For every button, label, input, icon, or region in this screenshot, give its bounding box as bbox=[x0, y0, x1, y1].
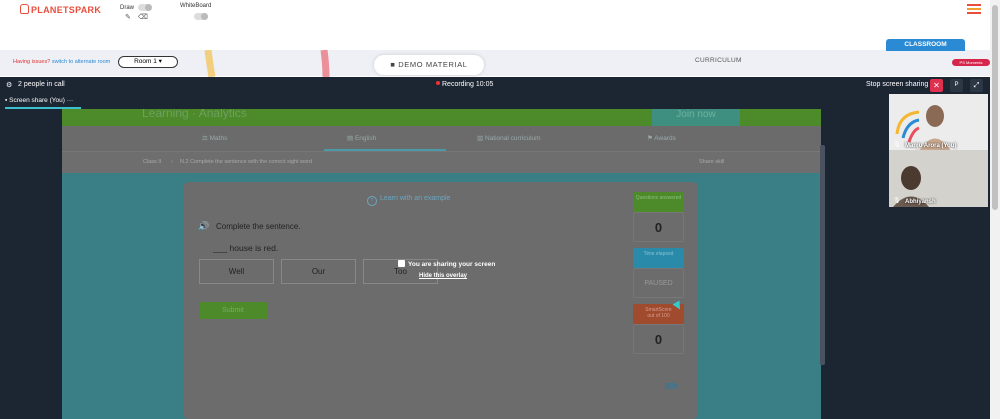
shared-site-header: Learning · Analytics Join now bbox=[62, 109, 821, 126]
alternate-room-link[interactable]: switch to alternate room bbox=[52, 59, 110, 65]
meeting-bar: ⚙ 2 people in call Recording 10:05 Stop … bbox=[0, 77, 990, 94]
recording-indicator: Recording 10:05 bbox=[436, 81, 493, 88]
questions-answered-value: 0 bbox=[633, 212, 684, 242]
tab-awards: ⚑ Awards bbox=[647, 135, 676, 142]
classroom-toolbar bbox=[0, 26, 990, 76]
rocket-icon bbox=[20, 4, 29, 14]
submit-button: Submit bbox=[199, 302, 267, 319]
planetspark-logo[interactable]: PLANETSPARK bbox=[20, 4, 101, 15]
question-sentence: ___ house is red. bbox=[213, 243, 279, 253]
gear-icon[interactable]: ⚙ bbox=[6, 81, 12, 89]
mic-icon: 🎙 bbox=[893, 198, 901, 204]
answer-option: Our bbox=[281, 259, 356, 284]
join-button: Join now bbox=[652, 109, 740, 126]
curriculum-tab[interactable]: CURRICULUM bbox=[695, 57, 742, 64]
share-scrollbar[interactable] bbox=[820, 145, 825, 365]
participant-name: Manju Arora (You) bbox=[905, 143, 957, 149]
share-skill: Share skill bbox=[699, 159, 725, 165]
hide-overlay-link[interactable]: Hide this overlay bbox=[419, 273, 467, 279]
issue-notice: Having issues? switch to alternate room bbox=[13, 59, 111, 65]
fullscreen-icon[interactable]: ⤢ bbox=[970, 79, 983, 92]
subject-tabs: ⚖ Maths ▤ English ▥ National curriculum … bbox=[62, 126, 821, 151]
smartscore-value: 0 bbox=[633, 324, 684, 354]
stop-sharing-label: Stop screen sharing bbox=[866, 81, 929, 88]
participant-video[interactable]: 🎙 Manju Arora (You) bbox=[889, 94, 988, 151]
questions-answered-label: Questions answered bbox=[633, 192, 684, 212]
breadcrumb: Class II › N.2 Complete the sentence wit… bbox=[62, 151, 821, 173]
time-elapsed-value: PAUSED bbox=[633, 268, 684, 298]
recording-dot-icon bbox=[436, 81, 440, 85]
share-tab-bar: ▪ Screen share (You) ··· bbox=[0, 94, 990, 109]
screen-share-tab[interactable]: ▪ Screen share (You) ··· bbox=[5, 97, 73, 104]
speaker-icon: 🔊 bbox=[198, 221, 210, 231]
ps-moments-button[interactable]: PS Moments bbox=[952, 59, 990, 66]
participant-video[interactable]: 🎙 Abhiyansh bbox=[889, 150, 988, 207]
top-bar: PLANETSPARK Draw ✎ ⌫ WhiteBoard bbox=[0, 0, 990, 26]
mic-icon: 🎙 bbox=[893, 142, 901, 148]
tab-national-curriculum: ▥ National curriculum bbox=[477, 135, 541, 142]
draw-label: Draw bbox=[120, 5, 135, 11]
whiteboard-label: WhiteBoard bbox=[180, 3, 212, 9]
tab-english: ▤ English bbox=[347, 135, 377, 142]
screen-icon bbox=[398, 260, 405, 267]
folder-icon: ■ bbox=[390, 60, 396, 69]
video-background bbox=[889, 150, 988, 207]
room-select[interactable]: Room 1 ▾ bbox=[118, 56, 178, 68]
sharing-overlay-title: You are sharing your screen bbox=[398, 260, 495, 268]
question-card: ? Learn with an example 🔊 Complete the se… bbox=[183, 182, 698, 419]
learn-example-link: ? Learn with an example bbox=[367, 195, 450, 206]
classroom-tab[interactable]: CLASSROOM bbox=[886, 39, 965, 51]
stop-sharing-button[interactable]: ✕ bbox=[930, 79, 943, 92]
answer-option: Well bbox=[199, 259, 274, 284]
whiteboard-toggle[interactable] bbox=[194, 13, 208, 20]
page-scrollbar[interactable] bbox=[990, 0, 1000, 419]
time-elapsed-label: Time elapsed bbox=[633, 248, 684, 268]
people-count[interactable]: 2 people in call bbox=[18, 81, 65, 88]
decorative-arcs-lower bbox=[204, 50, 330, 77]
tab-maths: ⚖ Maths bbox=[202, 135, 228, 142]
lightbulb-icon: ? bbox=[367, 196, 377, 206]
eraser-icon[interactable]: ⌫ bbox=[138, 13, 148, 21]
question-instruction: Complete the sentence. bbox=[216, 222, 301, 231]
menu-icon[interactable] bbox=[967, 4, 981, 16]
draw-toggle[interactable] bbox=[138, 4, 152, 11]
pencil-icon[interactable]: ✎ bbox=[125, 13, 131, 21]
p-button[interactable]: P bbox=[950, 79, 963, 92]
demo-material-button[interactable]: ■ DEMO MATERIAL bbox=[374, 55, 484, 75]
participant-name: Abhiyansh bbox=[905, 199, 936, 205]
pencil-icon: ✏ bbox=[665, 377, 680, 396]
